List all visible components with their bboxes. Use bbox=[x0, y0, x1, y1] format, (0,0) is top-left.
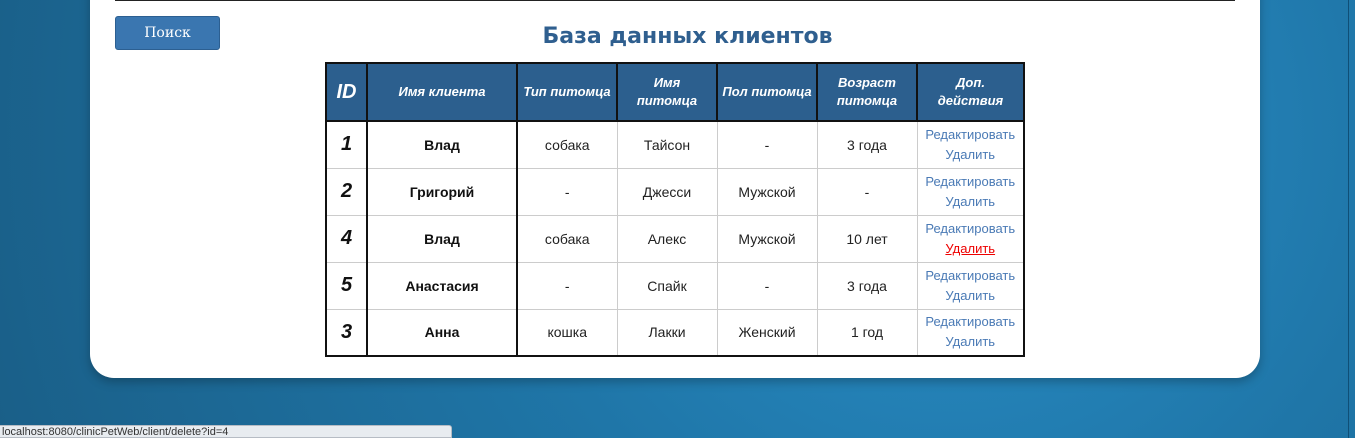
cell-pet-type: собака bbox=[516, 214, 618, 263]
delete-link[interactable]: Удалить bbox=[922, 286, 1020, 306]
edit-link[interactable]: Редактировать bbox=[922, 172, 1020, 192]
cell-actions: Редактировать Удалить bbox=[916, 214, 1025, 263]
edit-link[interactable]: Редактировать bbox=[922, 312, 1020, 332]
cell-id: 1 bbox=[325, 120, 368, 169]
cell-pet-name: Тайсон bbox=[616, 120, 718, 169]
table-row: 5 Анастасия - Спайк - 3 года Редактирова… bbox=[325, 261, 1025, 310]
delete-link[interactable]: Удалить bbox=[922, 239, 1020, 259]
cell-pet-age: 3 года bbox=[816, 261, 918, 310]
cell-pet-sex: Женский bbox=[716, 308, 818, 357]
cell-id: 5 bbox=[325, 261, 368, 310]
table-row: 1 Влад собака Тайсон - 3 года Редактиров… bbox=[325, 120, 1025, 169]
delete-link[interactable]: Удалить bbox=[922, 145, 1020, 165]
cell-pet-name: Лакки bbox=[616, 308, 718, 357]
cell-actions: Редактировать Удалить bbox=[916, 167, 1025, 216]
status-bar-url: localhost:8080/clinicPetWeb/client/delet… bbox=[0, 425, 452, 438]
edit-link[interactable]: Редактировать bbox=[922, 266, 1020, 286]
column-header-pet-type: Тип питомца bbox=[516, 62, 618, 122]
cell-pet-name: Джесси bbox=[616, 167, 718, 216]
table-header-row: ID Имя клиента Тип питомца Имя питомца П… bbox=[325, 62, 1025, 122]
edit-link[interactable]: Редактировать bbox=[922, 125, 1020, 145]
cell-actions: Редактировать Удалить bbox=[916, 261, 1025, 310]
delete-link[interactable]: Удалить bbox=[922, 332, 1020, 352]
cell-pet-sex: Мужской bbox=[716, 167, 818, 216]
cell-pet-age: 3 года bbox=[816, 120, 918, 169]
column-header-pet-age: Возраст питомца bbox=[816, 62, 918, 122]
table-row: 2 Григорий - Джесси Мужской - Редактиров… bbox=[325, 167, 1025, 216]
cell-client-name: Анна bbox=[366, 308, 518, 357]
column-header-id: ID bbox=[325, 62, 368, 122]
delete-link[interactable]: Удалить bbox=[922, 192, 1020, 212]
cell-id: 4 bbox=[325, 214, 368, 263]
cell-actions: Редактировать Удалить bbox=[916, 120, 1025, 169]
cell-pet-age: 1 год bbox=[816, 308, 918, 357]
cell-pet-name: Алекс bbox=[616, 214, 718, 263]
page-title: База данных клиентов bbox=[542, 24, 833, 49]
table-row: 3 Анна кошка Лакки Женский 1 год Редакти… bbox=[325, 308, 1025, 357]
column-header-client-name: Имя клиента bbox=[366, 62, 518, 122]
cell-id: 3 bbox=[325, 308, 368, 357]
cell-pet-type: собака bbox=[516, 120, 618, 169]
cell-pet-sex: Мужской bbox=[716, 214, 818, 263]
column-header-pet-sex: Пол питомца bbox=[716, 62, 818, 122]
column-header-actions: Доп. действия bbox=[916, 62, 1025, 122]
cell-actions: Редактировать Удалить bbox=[916, 308, 1025, 357]
cell-pet-type: кошка bbox=[516, 308, 618, 357]
cell-pet-name: Спайк bbox=[616, 261, 718, 310]
cell-client-name: Влад bbox=[366, 214, 518, 263]
cell-client-name: Влад bbox=[366, 120, 518, 169]
column-header-pet-name: Имя питомца bbox=[616, 62, 718, 122]
cell-pet-type: - bbox=[516, 261, 618, 310]
edit-link[interactable]: Редактировать bbox=[922, 219, 1020, 239]
cell-pet-type: - bbox=[516, 167, 618, 216]
cell-pet-sex: - bbox=[716, 261, 818, 310]
cell-client-name: Анастасия bbox=[366, 261, 518, 310]
clients-table: ID Имя клиента Тип питомца Имя питомца П… bbox=[325, 62, 1025, 357]
cell-pet-age: - bbox=[816, 167, 918, 216]
cell-id: 2 bbox=[325, 167, 368, 216]
cell-client-name: Григорий bbox=[366, 167, 518, 216]
window-edge bbox=[1348, 0, 1349, 438]
cell-pet-age: 10 лет bbox=[816, 214, 918, 263]
cell-pet-sex: - bbox=[716, 120, 818, 169]
top-divider bbox=[115, 0, 1235, 1]
table-row: 4 Влад собака Алекс Мужской 10 лет Редак… bbox=[325, 214, 1025, 263]
